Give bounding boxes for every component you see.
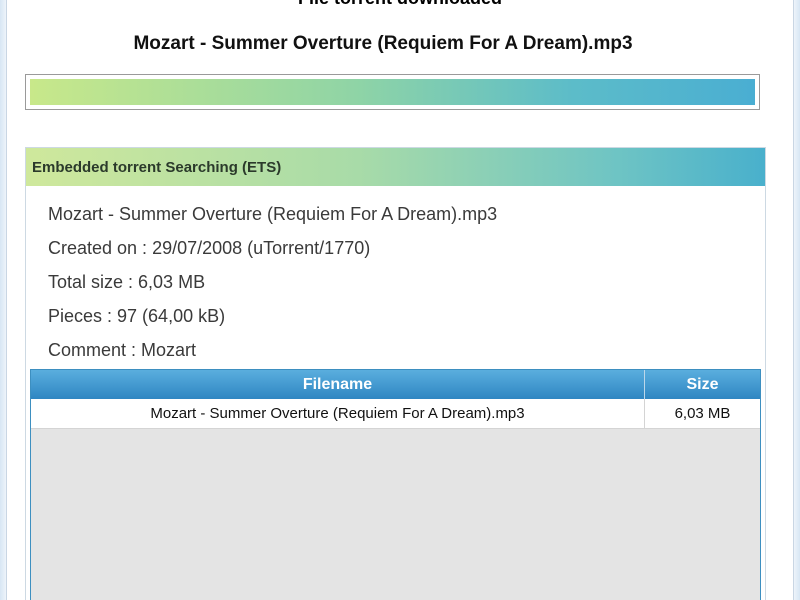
file-title: Mozart - Summer Overture (Requiem For A … bbox=[133, 33, 633, 54]
table-header: Filename Size bbox=[31, 370, 760, 399]
cell-size: 6,03 MB bbox=[674, 405, 731, 422]
ets-panel-header: Embedded torrent Searching (ETS) bbox=[26, 148, 765, 186]
torrent-comment: Comment : Mozart bbox=[48, 340, 197, 360]
torrent-name: Mozart - Summer Overture (Requiem For A … bbox=[48, 204, 498, 224]
progress-fill bbox=[30, 79, 755, 105]
ets-panel: Embedded torrent Searching (ETS) Mozart … bbox=[25, 147, 766, 600]
window-frame-left bbox=[0, 0, 7, 600]
download-progress-bar bbox=[25, 74, 760, 110]
table-row[interactable]: Mozart - Summer Overture (Requiem For A … bbox=[31, 399, 760, 429]
download-status-heading: File torrent downloaded bbox=[0, 0, 800, 9]
torrent-downloaded-window: File torrent downloaded Mozart - Summer … bbox=[0, 0, 800, 600]
column-header-filename[interactable]: Filename bbox=[31, 370, 645, 399]
torrent-pieces: Pieces : 97 (64,00 kB) bbox=[48, 306, 226, 326]
file-list-table[interactable]: Filename Size Mozart - Summer Overture (… bbox=[30, 369, 761, 600]
torrent-total-size: Total size : 6,03 MB bbox=[48, 272, 206, 292]
cell-filename: Mozart - Summer Overture (Requiem For A … bbox=[31, 399, 645, 428]
window-frame-right bbox=[793, 0, 800, 600]
torrent-created-on: Created on : 29/07/2008 (uTorrent/1770) bbox=[48, 238, 371, 258]
column-header-size[interactable]: Size bbox=[645, 370, 760, 399]
